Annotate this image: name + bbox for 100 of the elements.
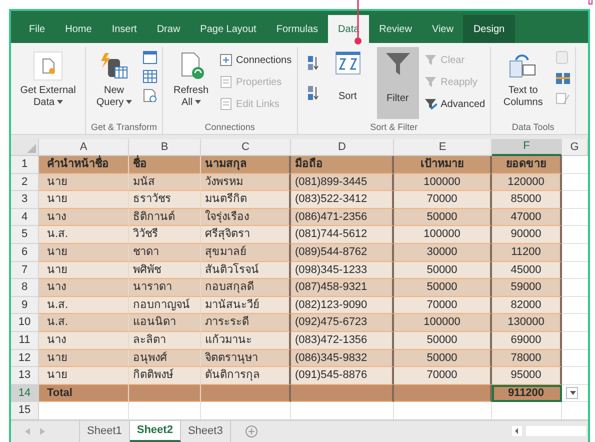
- table-cell: 70000: [394, 367, 492, 385]
- row-header[interactable]: 15: [11, 402, 39, 420]
- table-cell: ใจรุ่งเรือง: [201, 208, 291, 226]
- table-cell: 90000: [492, 226, 562, 244]
- ribbon-tab[interactable]: Insert: [102, 15, 147, 43]
- table-cell: อนุพงศ์: [129, 350, 201, 368]
- table-cell: 69000: [492, 332, 562, 350]
- ribbon-button[interactable]: Connections: [220, 51, 292, 69]
- column-letter[interactable]: G: [562, 139, 588, 156]
- ribbon-tab[interactable]: Design: [463, 15, 515, 43]
- table-cell: (098)345-1233: [291, 262, 394, 280]
- row-header[interactable]: 12: [11, 350, 39, 368]
- table-cell: ศรีสุจิตรา: [201, 226, 291, 244]
- table-cell: (081)744-5612: [291, 226, 394, 244]
- row-header[interactable]: 1: [11, 156, 39, 174]
- table-cell: มนตรีกิต: [201, 191, 291, 209]
- row-header[interactable]: 3: [11, 191, 39, 209]
- table-cell: นาย: [39, 244, 129, 262]
- table-cell: (083)522-3412: [291, 191, 394, 209]
- column-header: ชื่อ: [129, 156, 201, 174]
- column-header: มือถือ: [291, 156, 394, 174]
- table-cell: สุขมาลย์: [201, 244, 291, 262]
- column-letter[interactable]: A: [39, 139, 129, 156]
- row-header[interactable]: 6: [11, 244, 39, 262]
- table-cell: (089)544-8762: [291, 244, 394, 262]
- sheet-tab[interactable]: Sheet3: [180, 420, 231, 442]
- table-cell: (091)545-8876: [291, 367, 394, 385]
- row-header[interactable]: 5: [11, 226, 39, 244]
- table-cell: น.ส.: [39, 296, 129, 314]
- table-cell: กอบกาญจน์: [129, 296, 201, 314]
- table-cell: สันติวโรจน์: [201, 262, 291, 280]
- column-letter[interactable]: F: [492, 139, 562, 156]
- column-letter[interactable]: D: [291, 139, 394, 156]
- table-cell: (082)123-9090: [291, 296, 394, 314]
- table-cell: นาง: [39, 208, 129, 226]
- table-cell: นาย: [39, 350, 129, 368]
- table-cell: มานัสนะวีย์: [201, 296, 291, 314]
- table-cell: 85000: [492, 191, 562, 209]
- table-cell: (083)472-1356: [291, 332, 394, 350]
- table-cell: 50000: [394, 262, 492, 280]
- column-header: เป้าหมาย: [394, 156, 492, 174]
- group-label: Data Tools: [512, 120, 554, 134]
- ribbon-tab[interactable]: File: [19, 15, 56, 43]
- column-letter[interactable]: C: [201, 139, 291, 156]
- ribbon-button[interactable]: Text to Columns: [496, 47, 550, 119]
- table-cell: 100000: [394, 226, 492, 244]
- table-cell: 130000: [492, 314, 562, 332]
- ribbon-button[interactable]: Get External Data: [16, 47, 80, 119]
- table-cell: 11200: [492, 244, 562, 262]
- ribbon-tab[interactable]: Draw: [146, 15, 190, 43]
- column-letter[interactable]: E: [394, 139, 492, 156]
- table-cell: วังพรหม: [201, 174, 291, 192]
- table-cell: ชาดา: [129, 244, 201, 262]
- ribbon-tab[interactable]: Review: [369, 15, 422, 43]
- ribbon-tab[interactable]: View: [422, 15, 464, 43]
- row-header[interactable]: 2: [11, 174, 39, 192]
- table-cell: แก้วมานะ: [201, 332, 291, 350]
- ribbon-button[interactable]: Filter: [376, 47, 419, 119]
- ribbon-button[interactable]: New Query: [91, 47, 138, 119]
- table-cell: 50000: [394, 350, 492, 368]
- table-cell: กอบสกุลดี: [201, 279, 291, 297]
- ribbon-tab[interactable]: Formulas: [266, 15, 328, 43]
- table-cell: จิตตรานุษา: [201, 350, 291, 368]
- ribbon-tab[interactable]: Page Layout: [190, 15, 266, 43]
- table-cell: 45000: [492, 262, 562, 280]
- ribbon-button[interactable]: Refresh All: [168, 47, 214, 119]
- table-cell: ธราวัชร: [129, 191, 201, 209]
- row-header[interactable]: 4: [11, 208, 39, 226]
- row-header[interactable]: 10: [11, 314, 39, 332]
- row-header[interactable]: 11: [11, 332, 39, 350]
- table-cell: พศิพัช: [129, 262, 201, 280]
- column-header: คำนำหน้าชื่อ: [39, 156, 129, 174]
- row-header[interactable]: 14: [11, 384, 39, 402]
- table-cell: นาง: [39, 332, 129, 350]
- table-cell: (086)471-2356: [291, 208, 394, 226]
- total-label: Total: [39, 384, 129, 402]
- table-cell: 120000: [492, 174, 562, 192]
- table-cell: 95000: [492, 367, 562, 385]
- ribbon-tab[interactable]: Home: [55, 15, 102, 43]
- table-cell: นาย: [39, 367, 129, 385]
- table-cell: 50000: [394, 332, 492, 350]
- table-cell: 70000: [394, 296, 492, 314]
- row-header[interactable]: 9: [11, 296, 39, 314]
- table-cell: ตันติการกุล: [201, 367, 291, 385]
- table-cell: 100000: [394, 314, 492, 332]
- table-cell: นาย: [39, 174, 129, 192]
- row-header[interactable]: 8: [11, 279, 39, 297]
- table-cell: กิตติพงษ์: [129, 367, 201, 385]
- table-cell: นาย: [39, 262, 129, 280]
- row-header[interactable]: 13: [11, 367, 39, 385]
- table-cell: วิวัชรี: [129, 226, 201, 244]
- ribbon-button[interactable]: Advanced: [424, 95, 486, 113]
- table-cell: 59000: [492, 279, 562, 297]
- row-header[interactable]: 7: [11, 262, 39, 280]
- sheet-tab[interactable]: Sheet2: [130, 420, 181, 442]
- table-cell: แอนนิดา: [129, 314, 201, 332]
- table-cell: ธิติกานต์: [129, 208, 201, 226]
- column-letter[interactable]: B: [129, 139, 201, 156]
- group-label: Connections: [204, 120, 255, 134]
- ribbon-button[interactable]: Sort: [324, 47, 371, 119]
